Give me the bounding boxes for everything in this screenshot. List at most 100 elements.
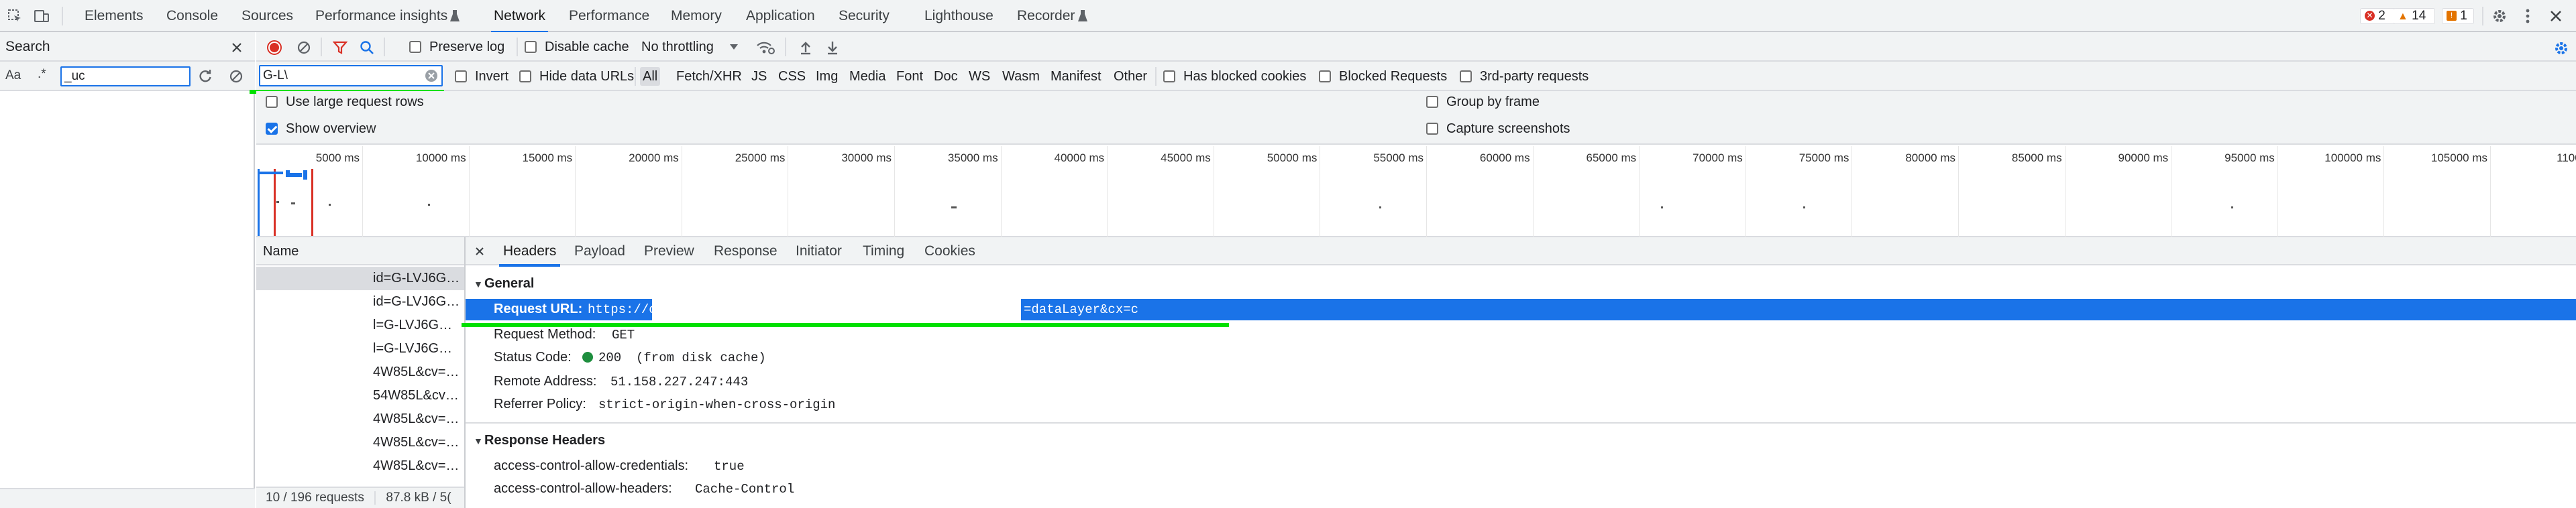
- request-row[interactable]: l=G-LVJ6G…: [256, 314, 464, 337]
- timeline-gridline: [1107, 146, 1108, 237]
- hide-data-urls-checkbox[interactable]: [519, 70, 531, 82]
- upload-icon[interactable]: [797, 39, 814, 56]
- tab-performance[interactable]: Performance: [569, 0, 649, 32]
- download-icon[interactable]: [824, 39, 841, 56]
- clear-filter-icon[interactable]: [424, 68, 439, 83]
- issues-count-badge[interactable]: ! 1: [2442, 8, 2474, 24]
- request-bar: [1379, 206, 1381, 208]
- throttling-select[interactable]: No throttling: [641, 40, 714, 55]
- invert-checkbox[interactable]: [455, 70, 467, 82]
- filter-icon[interactable]: [331, 39, 349, 56]
- request-bar: [303, 170, 307, 180]
- general-section-title[interactable]: General: [484, 276, 534, 292]
- timeline-tick-label: 5000 ms: [315, 151, 360, 164]
- network-settings-icon[interactable]: [2552, 39, 2571, 58]
- tab-timing[interactable]: Timing: [863, 237, 904, 265]
- error-count-badge[interactable]: ✕ 2: [2360, 8, 2396, 24]
- timeline-gridline: [2277, 146, 2278, 237]
- request-bar: [951, 206, 957, 208]
- filter-type-all[interactable]: All: [640, 67, 661, 86]
- search-panel-title: Search: [5, 39, 50, 54]
- timeline-gridline: [1958, 146, 1959, 237]
- filter-type-ws[interactable]: WS: [966, 67, 993, 86]
- search-bar: Aa .* _uc: [0, 62, 255, 91]
- filter-type-doc[interactable]: Doc: [931, 67, 961, 86]
- has-blocked-cookies-checkbox[interactable]: [1163, 70, 1175, 82]
- request-row[interactable]: 54W85L&cv…: [256, 384, 464, 407]
- inspect-icon[interactable]: [5, 7, 24, 25]
- load-event-marker: [274, 169, 276, 236]
- request-row[interactable]: id=G-LVJ6G…: [256, 267, 464, 290]
- show-overview-checkbox[interactable]: [266, 123, 278, 135]
- large-rows-checkbox[interactable]: [266, 96, 278, 108]
- clear-search-icon[interactable]: [227, 67, 246, 86]
- regex-button[interactable]: .*: [38, 67, 46, 82]
- close-search-icon[interactable]: [228, 39, 246, 56]
- request-row[interactable]: id=G-LVJ6G…: [256, 290, 464, 314]
- capture-screenshots-checkbox[interactable]: [1426, 123, 1438, 135]
- request-row[interactable]: 4W85L&cv=…: [256, 361, 464, 384]
- third-party-checkbox[interactable]: [1460, 70, 1472, 82]
- warning-count-badge[interactable]: ▲ 14: [2394, 8, 2435, 24]
- filter-type-img[interactable]: Img: [813, 67, 841, 86]
- filter-type-media[interactable]: Media: [847, 67, 888, 86]
- settings-icon[interactable]: [2490, 7, 2509, 25]
- tab-performance-insights[interactable]: Performance insights: [315, 0, 447, 32]
- preserve-log-checkbox[interactable]: [409, 41, 421, 53]
- tab-response[interactable]: Response: [714, 237, 777, 265]
- tab-security[interactable]: Security: [839, 0, 890, 32]
- tab-sources[interactable]: Sources: [241, 0, 293, 32]
- name-column-header[interactable]: Name: [256, 237, 464, 265]
- close-devtools-icon[interactable]: [2546, 7, 2565, 25]
- tab-network[interactable]: Network: [490, 0, 549, 34]
- search-icon[interactable]: [358, 39, 376, 56]
- tab-payload[interactable]: Payload: [574, 237, 625, 265]
- filter-type-css[interactable]: CSS: [775, 67, 808, 86]
- network-overview[interactable]: 5000 ms 10000 ms 15000 ms 20000 ms 25000 ms 3…: [256, 146, 2576, 237]
- request-row[interactable]: l=G-LVJ6G…: [256, 337, 464, 361]
- filter-type-other[interactable]: Other: [1111, 67, 1150, 86]
- timeline-gridline: [1532, 146, 1534, 237]
- acah-key: access-control-allow-headers:: [494, 481, 672, 496]
- more-icon[interactable]: [2520, 7, 2536, 25]
- device-toolbar-icon[interactable]: [32, 7, 51, 25]
- tab-headers[interactable]: Headers: [498, 237, 561, 267]
- filter-type-wasm[interactable]: Wasm: [1000, 67, 1042, 86]
- timeline-gridline: [468, 146, 470, 237]
- response-headers-section-title[interactable]: Response Headers: [484, 433, 605, 448]
- close-details-icon[interactable]: [472, 244, 487, 259]
- group-by-frame-checkbox[interactable]: [1426, 96, 1438, 108]
- search-input[interactable]: _uc: [60, 66, 191, 86]
- timeline-tick-label: 45000 ms: [1161, 151, 1211, 164]
- tab-application[interactable]: Application: [746, 0, 815, 32]
- section-expand-icon[interactable]: ▼: [474, 279, 483, 290]
- network-conditions-icon[interactable]: [755, 39, 775, 56]
- tab-cookies[interactable]: Cookies: [924, 237, 975, 265]
- blocked-requests-checkbox[interactable]: [1319, 70, 1331, 82]
- tab-lighthouse[interactable]: Lighthouse: [924, 0, 994, 32]
- clear-icon[interactable]: [295, 39, 313, 56]
- filter-type-fetch-xhr[interactable]: Fetch/XHR: [674, 67, 745, 86]
- tab-initiator[interactable]: Initiator: [796, 237, 842, 265]
- timeline-gridline: [1639, 146, 1640, 237]
- filter-input[interactable]: G-L\: [259, 65, 443, 86]
- refresh-icon[interactable]: [196, 67, 215, 86]
- section-expand-icon[interactable]: ▼: [474, 436, 483, 446]
- request-row[interactable]: 4W85L&cv=…: [256, 454, 464, 478]
- tab-preview[interactable]: Preview: [644, 237, 694, 265]
- match-case-button[interactable]: Aa: [5, 68, 21, 83]
- filter-type-font[interactable]: Font: [894, 67, 926, 86]
- tab-console[interactable]: Console: [166, 0, 218, 32]
- tab-elements[interactable]: Elements: [85, 0, 144, 32]
- request-row[interactable]: 4W85L&cv=…: [256, 407, 464, 431]
- tab-memory[interactable]: Memory: [671, 0, 722, 32]
- disable-cache-checkbox[interactable]: [525, 41, 537, 53]
- tab-recorder[interactable]: Recorder: [1017, 0, 1075, 32]
- record-icon[interactable]: [266, 39, 283, 56]
- timeline-tick-label: 75000 ms: [1799, 151, 1849, 164]
- filter-type-js[interactable]: JS: [749, 67, 769, 86]
- filter-type-manifest[interactable]: Manifest: [1048, 67, 1104, 86]
- chevron-down-icon[interactable]: [729, 42, 739, 52]
- request-row[interactable]: 4W85L&cv=…: [256, 431, 464, 454]
- invert-label: Invert: [475, 69, 509, 84]
